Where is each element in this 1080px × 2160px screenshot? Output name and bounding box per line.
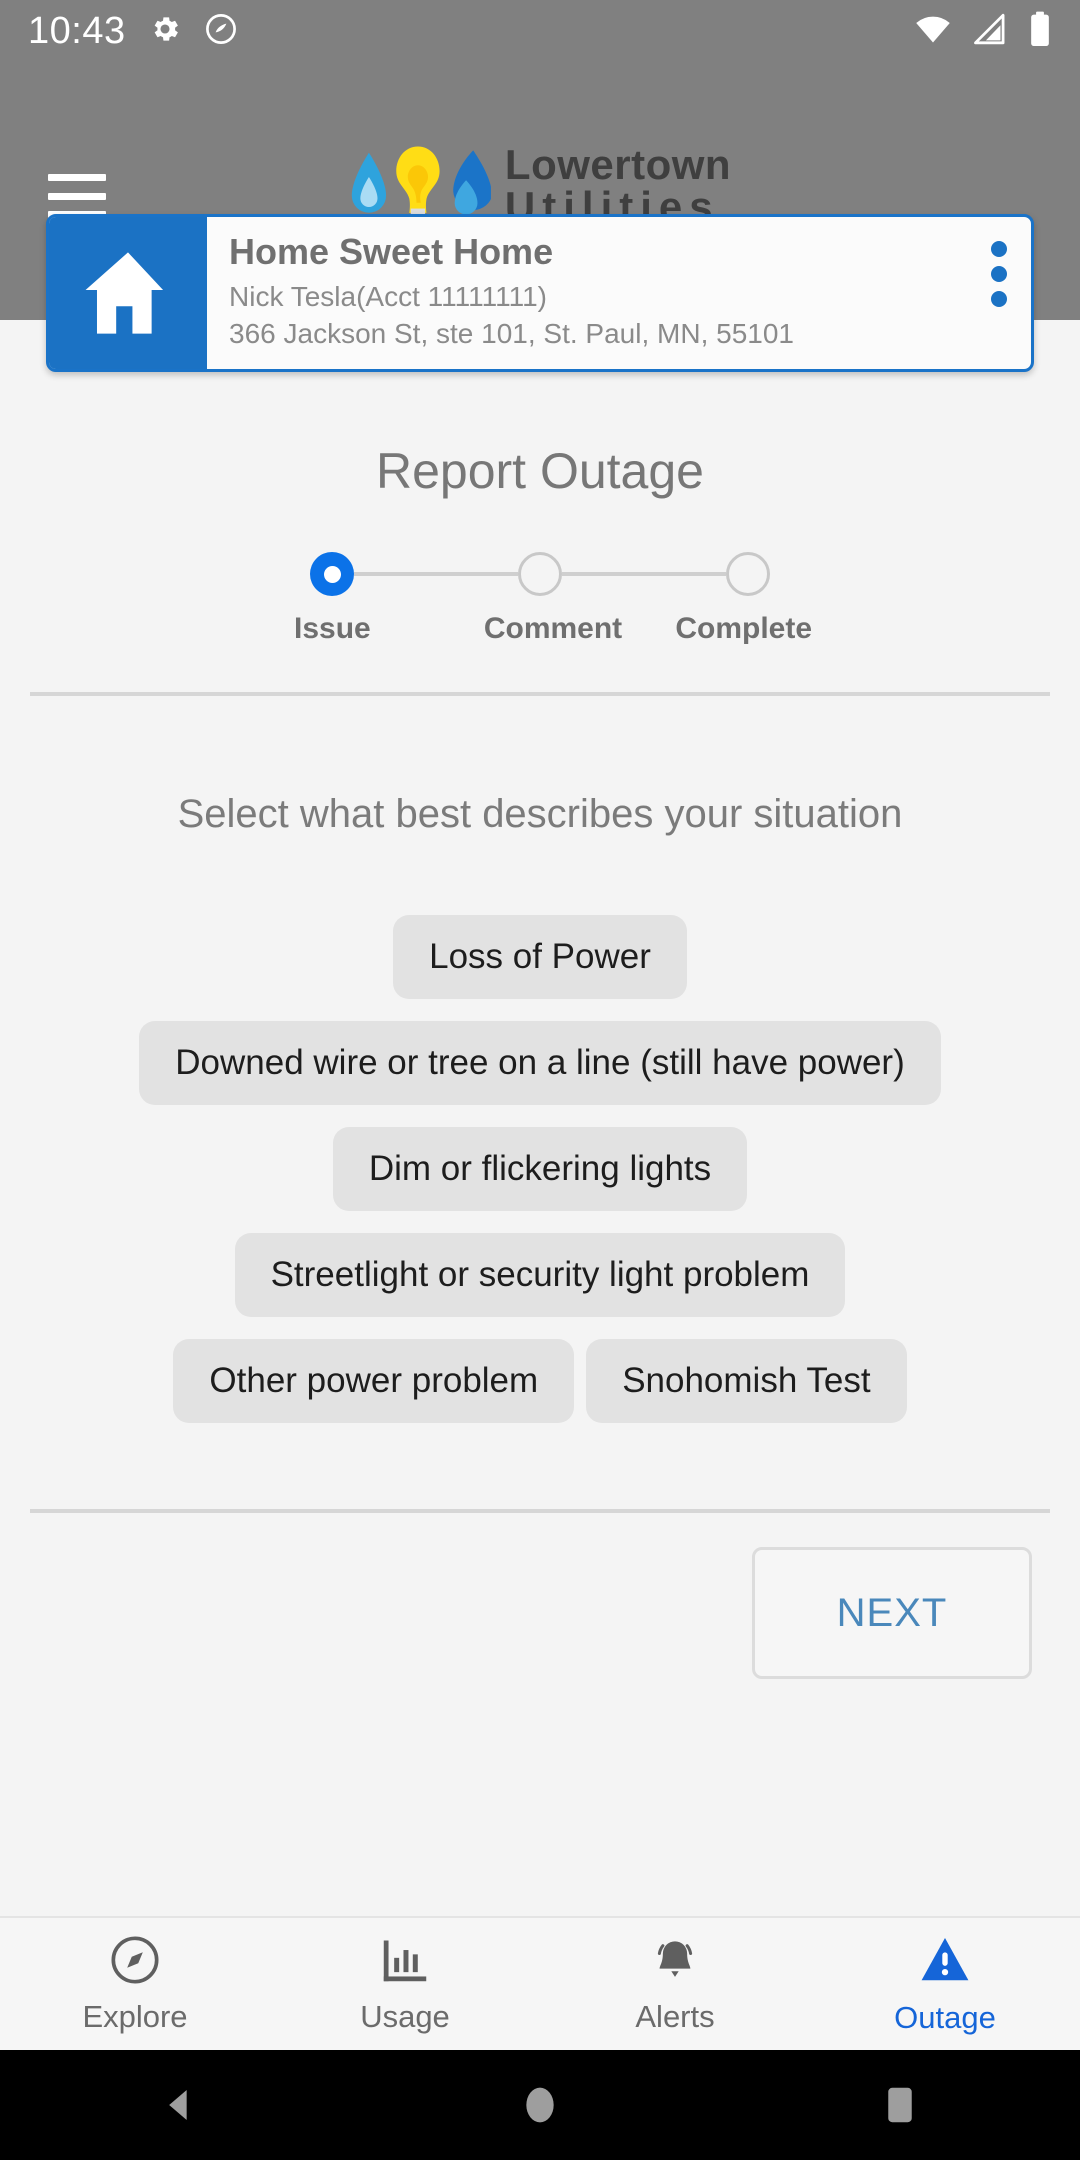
status-bar-right [914,11,1052,52]
nav-item-alerts[interactable]: Alerts [540,1934,810,2035]
next-button[interactable]: NEXT [752,1547,1032,1679]
home-icon [49,217,207,369]
chip-row: Dim or flickering lights [332,1127,748,1211]
main-content: Report Outage Issue Comment Complete Sel… [0,320,1080,1916]
bar-chart-icon [379,1934,431,1991]
status-bar: 10:43 [0,0,1080,62]
nav-label-explore: Explore [82,1998,188,2034]
wifi-icon [914,13,952,50]
nav-label-usage: Usage [360,1998,450,2034]
account-customer: Nick Tesla(Acct 11111111) [229,281,547,312]
status-bar-left: 10:43 [28,10,238,53]
issue-option-downed-wire[interactable]: Downed wire or tree on a line (still hav… [139,1021,941,1105]
step-dot-complete[interactable] [726,552,770,596]
bottom-navigation: Explore Usage Alerts Outage [0,1916,1080,2050]
stepper-track [310,552,770,596]
chip-row: Downed wire or tree on a line (still hav… [139,1021,941,1105]
do-not-disturb-icon [204,12,238,51]
step-label-issue: Issue [294,612,371,645]
compass-icon [109,1934,161,1991]
settings-gear-icon [148,12,182,51]
recents-square-icon[interactable] [800,2083,1000,2127]
step-label-comment: Comment [483,612,623,645]
chip-row: Streetlight or security light problem [234,1233,846,1317]
status-time: 10:43 [28,9,126,52]
prompt-text: Select what best describes your situatio… [177,792,903,836]
chip-row: Other power problem Snohomish Test [173,1339,907,1423]
hamburger-bar [48,174,106,181]
step-label-complete: Complete [675,612,813,645]
nav-item-explore[interactable]: Explore [0,1934,270,2035]
home-circle-icon[interactable] [440,2081,640,2129]
battery-icon [1028,11,1052,52]
kebab-dot [991,266,1007,282]
android-system-bar [0,2050,1080,2160]
issue-option-dim-flickering[interactable]: Dim or flickering lights [332,1127,748,1211]
kebab-menu-icon[interactable] [967,217,1031,369]
bell-icon [649,1934,701,1991]
step-dot-comment[interactable] [518,552,562,596]
next-button-container: NEXT [0,1513,1080,1679]
issue-option-streetlight[interactable]: Streetlight or security light problem [234,1233,846,1317]
nav-item-outage[interactable]: Outage [810,1933,1080,2036]
step-dot-issue[interactable] [310,552,354,596]
account-card[interactable]: Home Sweet Home Nick Tesla(Acct 11111111… [46,214,1034,372]
stepper-labels: Issue Comment Complete [294,612,812,646]
kebab-dot [991,291,1007,307]
divider-top [30,692,1050,696]
nav-label-alerts: Alerts [635,1998,715,2034]
issue-options-list: Loss of Power Downed wire or tree on a l… [0,915,1080,1423]
account-info: Home Sweet Home Nick Tesla(Acct 11111111… [207,217,967,369]
kebab-dot [991,241,1007,257]
issue-option-loss-of-power[interactable]: Loss of Power [393,915,687,999]
chip-row: Loss of Power [393,915,687,999]
nav-label-outage: Outage [894,1999,996,2035]
brand-line-1: Lowertown [504,141,732,188]
hamburger-menu-icon[interactable] [48,174,106,218]
back-triangle-icon[interactable] [80,2085,280,2125]
account-title: Home Sweet Home [229,231,554,272]
issue-option-other-power-problem[interactable]: Other power problem [173,1339,575,1423]
progress-stepper: Issue Comment Complete [294,552,812,646]
cellular-signal-icon [972,13,1008,50]
step-connector [562,572,726,576]
step-connector [354,572,518,576]
account-address: 366 Jackson St, ste 101, St. Paul, MN, 5… [229,317,794,349]
nav-item-usage[interactable]: Usage [270,1934,540,2035]
page-title: Report Outage [376,443,704,499]
issue-option-snohomish-test[interactable]: Snohomish Test [586,1339,907,1423]
hamburger-bar [48,192,106,200]
warning-triangle-icon [918,1933,972,1992]
